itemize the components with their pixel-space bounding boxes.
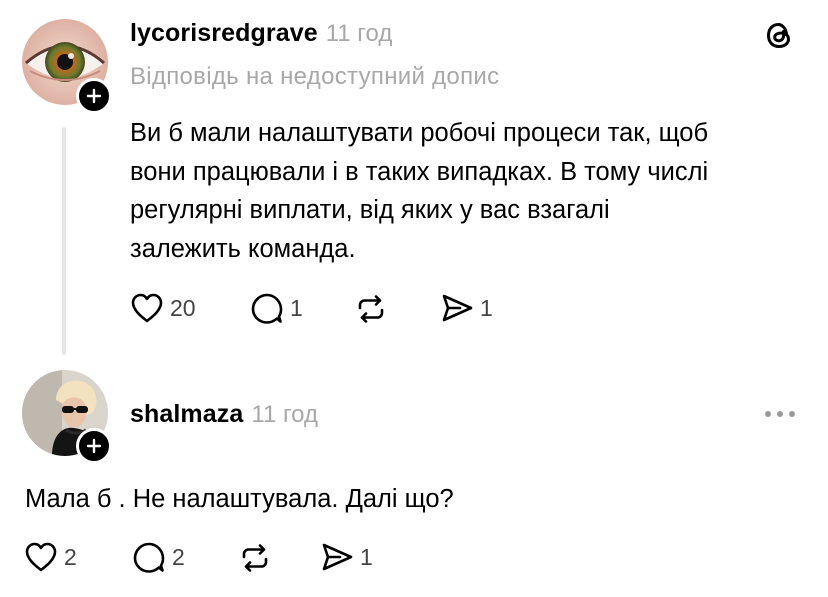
like-count: 2 bbox=[64, 543, 77, 570]
repost-icon bbox=[358, 295, 384, 323]
like-count: 20 bbox=[170, 294, 196, 321]
share-button[interactable]: 1 bbox=[320, 541, 373, 573]
send-icon bbox=[322, 543, 353, 571]
repost-button[interactable] bbox=[238, 542, 272, 574]
like-button[interactable]: 20 bbox=[130, 292, 196, 324]
username[interactable]: lycorisredgrave bbox=[130, 19, 318, 48]
heart-icon bbox=[131, 293, 163, 323]
follow-button[interactable] bbox=[76, 78, 112, 114]
reply-count: 1 bbox=[290, 294, 303, 321]
reply-count: 2 bbox=[172, 543, 185, 570]
post-text-line: регулярні виплати, від яких у вас взагал… bbox=[130, 196, 610, 224]
follow-button[interactable] bbox=[76, 428, 112, 464]
post-text: Ви б мали налаштувати робочі процеси так… bbox=[130, 114, 810, 268]
post-text-line: вони працювали і в таких випадках. В том… bbox=[130, 157, 709, 186]
thread-line bbox=[62, 127, 66, 355]
post-text: Мала б . Не налаштувала. Далі що? bbox=[25, 485, 454, 513]
like-button[interactable]: 2 bbox=[24, 541, 77, 573]
reply-button[interactable]: 1 bbox=[250, 292, 303, 324]
repost-button[interactable] bbox=[354, 293, 388, 325]
share-button[interactable]: 1 bbox=[440, 292, 493, 324]
plus-icon bbox=[86, 88, 102, 104]
heart-icon bbox=[25, 542, 57, 572]
threads-logo-icon[interactable] bbox=[762, 18, 796, 52]
share-count: 1 bbox=[480, 294, 493, 321]
post-text-line: Ви б мали налаштувати робочі процеси так… bbox=[130, 119, 709, 147]
repost-icon bbox=[242, 544, 268, 572]
plus-icon bbox=[86, 438, 102, 454]
send-icon bbox=[442, 294, 473, 322]
post-text-line: залежить команда. bbox=[130, 234, 356, 263]
post-time: 11 год bbox=[251, 401, 319, 428]
share-count: 1 bbox=[360, 543, 373, 570]
more-horizontal-icon[interactable] bbox=[760, 400, 800, 428]
post-time: 11 год bbox=[325, 20, 393, 47]
reply-context[interactable]: Відповідь на недоступний допис bbox=[130, 63, 499, 91]
comment-icon bbox=[251, 293, 283, 324]
reply-button[interactable]: 2 bbox=[132, 541, 185, 573]
comment-icon bbox=[133, 542, 165, 573]
username[interactable]: shalmaza bbox=[130, 400, 243, 429]
